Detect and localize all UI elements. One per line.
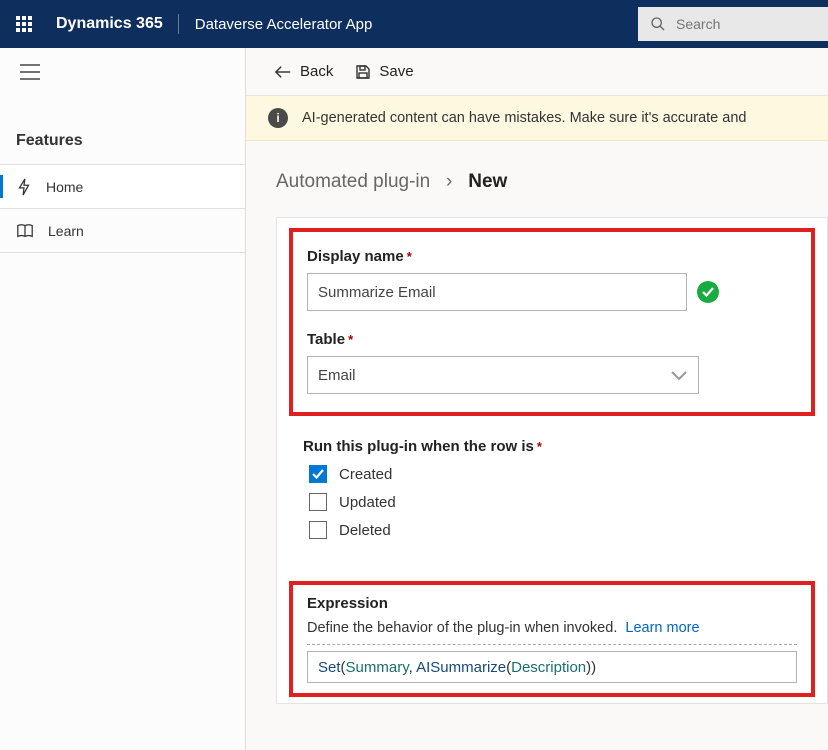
form-card: Display name* Table* Email	[276, 217, 828, 704]
ai-warning-banner: i AI-generated content can have mistakes…	[246, 96, 828, 141]
trigger-updated-checkbox[interactable]	[309, 493, 327, 511]
highlight-box-expression: Expression Define the behavior of the pl…	[289, 581, 815, 697]
sidebar-section-label: Features	[0, 96, 245, 165]
hamburger-icon	[20, 64, 40, 80]
main-content: Back Save i AI-generated content can hav…	[246, 48, 828, 750]
chevron-down-icon	[670, 369, 688, 381]
breadcrumb-root[interactable]: Automated plug-in	[276, 171, 430, 192]
info-icon: i	[268, 108, 288, 128]
sidebar-item-label: Home	[46, 179, 83, 195]
highlight-box-name-table: Display name* Table* Email	[289, 228, 815, 416]
app-launcher-icon[interactable]	[0, 0, 48, 48]
save-button[interactable]: Save	[355, 63, 413, 80]
table-label: Table*	[307, 331, 797, 348]
expression-label: Expression	[307, 595, 797, 612]
search-input[interactable]	[676, 16, 796, 32]
breadcrumb-current: New	[468, 171, 507, 192]
sidebar-item-learn[interactable]: Learn	[0, 209, 245, 253]
save-label: Save	[379, 63, 413, 80]
sidebar-item-home[interactable]: Home	[0, 165, 245, 209]
book-icon	[16, 223, 34, 239]
separator	[307, 644, 797, 645]
back-label: Back	[300, 63, 333, 80]
save-icon	[355, 64, 371, 80]
search-box[interactable]	[638, 7, 828, 41]
hamburger-button[interactable]	[0, 48, 245, 96]
trigger-deleted-checkbox[interactable]	[309, 521, 327, 539]
lightning-icon	[16, 178, 32, 196]
command-bar: Back Save	[246, 48, 828, 96]
sidebar: Features Home Learn	[0, 48, 246, 750]
table-value: Email	[318, 367, 356, 384]
valid-check-icon	[697, 281, 719, 303]
expression-desc: Define the behavior of the plug-in when …	[307, 620, 797, 636]
trigger-label: Run this plug-in when the row is*	[303, 438, 801, 455]
brand-label[interactable]: Dynamics 365	[48, 15, 178, 33]
search-icon	[650, 16, 666, 32]
display-name-input[interactable]	[307, 273, 687, 311]
trigger-updated-row: Updated	[309, 493, 801, 511]
trigger-created-checkbox[interactable]	[309, 465, 327, 483]
trigger-deleted-row: Deleted	[309, 521, 801, 539]
trigger-deleted-label: Deleted	[339, 522, 391, 539]
sidebar-item-label: Learn	[48, 223, 84, 239]
alert-text: AI-generated content can have mistakes. …	[302, 110, 746, 126]
trigger-created-row: Created	[309, 465, 801, 483]
trigger-created-label: Created	[339, 466, 392, 483]
app-name-label[interactable]: Dataverse Accelerator App	[179, 16, 373, 33]
expression-editor[interactable]: Set(Summary, AISummarize(Description))	[307, 651, 797, 683]
learn-more-link[interactable]: Learn more	[625, 620, 699, 636]
display-name-label: Display name*	[307, 248, 797, 265]
trigger-section: Run this plug-in when the row is* Create…	[289, 422, 815, 563]
table-select[interactable]: Email	[307, 356, 699, 394]
breadcrumb: Automated plug-in › New	[276, 171, 828, 193]
back-button[interactable]: Back	[274, 63, 333, 80]
top-nav: Dynamics 365 Dataverse Accelerator App	[0, 0, 828, 48]
trigger-updated-label: Updated	[339, 494, 396, 511]
chevron-right-icon: ›	[436, 171, 463, 192]
arrow-left-icon	[274, 65, 292, 79]
